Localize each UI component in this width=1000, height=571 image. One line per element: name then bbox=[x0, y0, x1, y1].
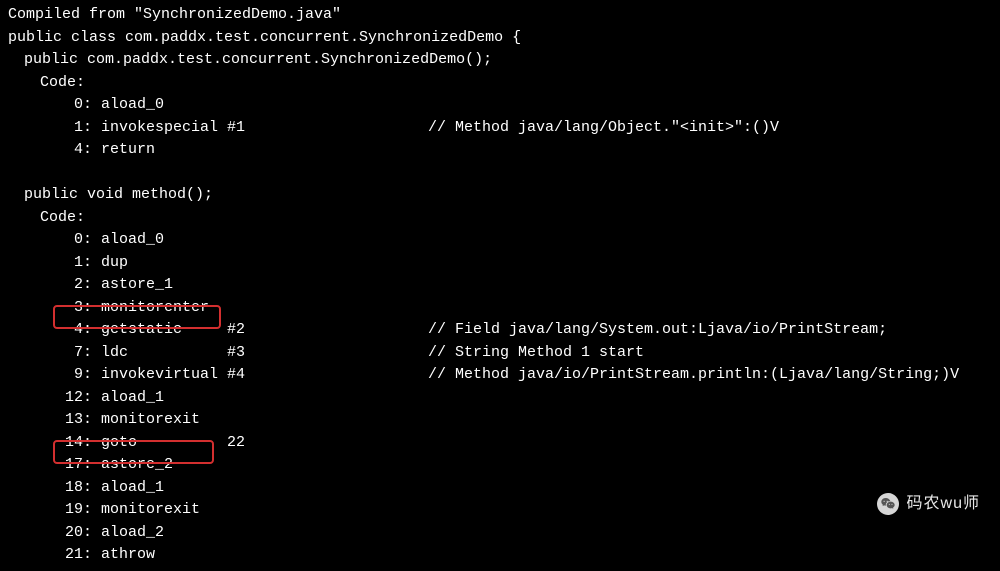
bytecode-instruction: 4: return bbox=[8, 139, 992, 162]
bytecode-instruction: 9: invokevirtual #4// Method java/io/Pri… bbox=[8, 364, 992, 387]
bytecode-instruction: 17: astore_2 bbox=[8, 454, 992, 477]
constructor-bytecode-block: 0: aload_0 1: invokespecial #1// Method … bbox=[8, 94, 992, 162]
code-label: Code: bbox=[8, 207, 992, 230]
bytecode-instruction: 0: aload_0 bbox=[8, 229, 992, 252]
compiled-from-line: Compiled from "SynchronizedDemo.java" bbox=[8, 4, 992, 27]
bytecode-instruction: 4: getstatic #2// Field java/lang/System… bbox=[8, 319, 992, 342]
wechat-icon bbox=[877, 493, 899, 515]
bytecode-instruction: 14: goto 22 bbox=[8, 432, 992, 455]
bytecode-instruction: 2: astore_1 bbox=[8, 274, 992, 297]
bytecode-instruction: 21: athrow bbox=[8, 544, 992, 567]
blank-line bbox=[8, 162, 992, 185]
bytecode-comment: // Method java/lang/Object."<init>":()V bbox=[428, 117, 779, 140]
bytecode-instruction: 3: monitorenter bbox=[8, 297, 992, 320]
bytecode-instruction: 20: aload_2 bbox=[8, 522, 992, 545]
class-declaration: public class com.paddx.test.concurrent.S… bbox=[8, 27, 992, 50]
bytecode-instruction: 1: dup bbox=[8, 252, 992, 275]
bytecode-instruction: 18: aload_1 bbox=[8, 477, 992, 500]
bytecode-instruction: 12: aload_1 bbox=[8, 387, 992, 410]
bytecode-comment: // Field java/lang/System.out:Ljava/io/P… bbox=[428, 319, 887, 342]
bytecode-instruction: 19: monitorexit bbox=[8, 499, 992, 522]
constructor-declaration: public com.paddx.test.concurrent.Synchro… bbox=[8, 49, 992, 72]
method-bytecode-block: 0: aload_0 1: dup 2: astore_1 3: monitor… bbox=[8, 229, 992, 567]
bytecode-instruction: 1: invokespecial #1// Method java/lang/O… bbox=[8, 117, 992, 140]
watermark-text: 码农wu师 bbox=[907, 492, 980, 516]
watermark: 码农wu师 bbox=[877, 492, 980, 516]
bytecode-instruction: 13: monitorexit bbox=[8, 409, 992, 432]
bytecode-comment: // String Method 1 start bbox=[428, 342, 644, 365]
terminal-output: Compiled from "SynchronizedDemo.java" pu… bbox=[0, 0, 1000, 571]
code-label: Code: bbox=[8, 72, 992, 95]
bytecode-instruction: 7: ldc #3// String Method 1 start bbox=[8, 342, 992, 365]
bytecode-comment: // Method java/io/PrintStream.println:(L… bbox=[428, 364, 959, 387]
method-declaration: public void method(); bbox=[8, 184, 992, 207]
bytecode-instruction: 0: aload_0 bbox=[8, 94, 992, 117]
